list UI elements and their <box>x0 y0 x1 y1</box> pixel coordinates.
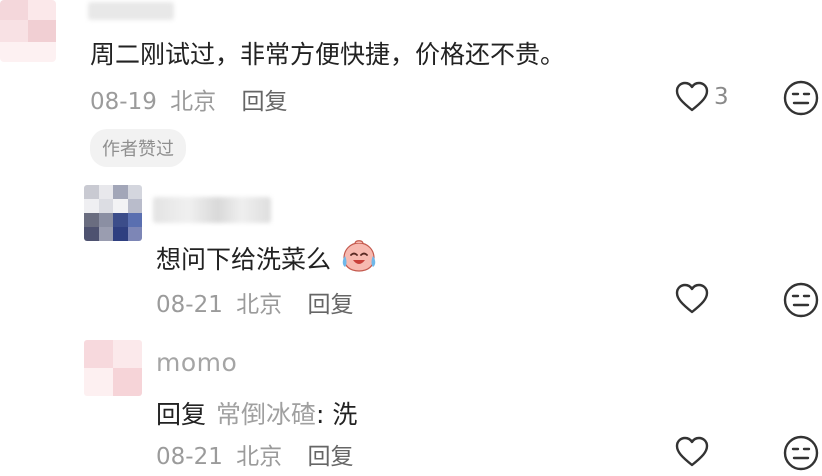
username-blurred[interactable] <box>153 197 271 223</box>
heart-icon[interactable] <box>675 436 709 468</box>
comment-location: 北京 <box>236 292 283 318</box>
comment-meta: 08-21 北京 回复 <box>156 285 353 319</box>
username-blurred[interactable] <box>88 2 174 20</box>
username[interactable]: momo <box>156 348 237 377</box>
like-count: 3 <box>714 84 729 110</box>
comment-date: 08-21 <box>156 292 223 318</box>
reply-comment-item: momo 回复 常倒冰碴: 洗 08-21 北京 回复 <box>0 335 822 476</box>
comment-date: 08-21 <box>156 444 223 470</box>
avatar[interactable] <box>84 340 142 396</box>
heart-icon[interactable] <box>675 283 709 315</box>
comment-text: 回复 常倒冰碴: 洗 <box>156 395 357 431</box>
reply-text: 洗 <box>332 400 358 429</box>
avatar[interactable] <box>84 185 142 241</box>
comment-meta: 08-21 北京 回复 <box>156 437 353 471</box>
comment-text: 想问下给洗菜么 <box>156 240 377 276</box>
reply-target-username[interactable]: 常倒冰碴 <box>216 400 316 429</box>
heart-icon[interactable] <box>675 81 709 113</box>
reply-separator: : <box>316 400 325 429</box>
neutral-face-icon[interactable] <box>783 282 819 318</box>
comment-date: 08-19 <box>90 89 157 115</box>
crying-laughing-face-icon <box>342 240 376 272</box>
author-liked-badge: 作者赞过 <box>90 129 186 167</box>
reply-prefix: 回复 <box>156 400 207 429</box>
avatar[interactable] <box>0 0 56 62</box>
reply-button[interactable]: 回复 <box>241 89 287 115</box>
comment-item: 周二刚试过，非常方便快捷，价格还不贵。 08-19 北京 回复 3 作者赞过 <box>0 0 822 170</box>
reply-comment-item: 想问下给洗菜么 08-21 北京 回复 <box>0 180 822 330</box>
comment-meta: 08-19 北京 回复 <box>90 82 287 116</box>
neutral-face-icon[interactable] <box>783 435 819 471</box>
reply-button[interactable]: 回复 <box>307 444 353 470</box>
comment-location: 北京 <box>236 444 283 470</box>
neutral-face-icon[interactable] <box>783 80 819 116</box>
comment-text: 周二刚试过，非常方便快捷，价格还不贵。 <box>90 40 566 69</box>
reply-button[interactable]: 回复 <box>307 292 353 318</box>
comment-location: 北京 <box>170 89 217 115</box>
